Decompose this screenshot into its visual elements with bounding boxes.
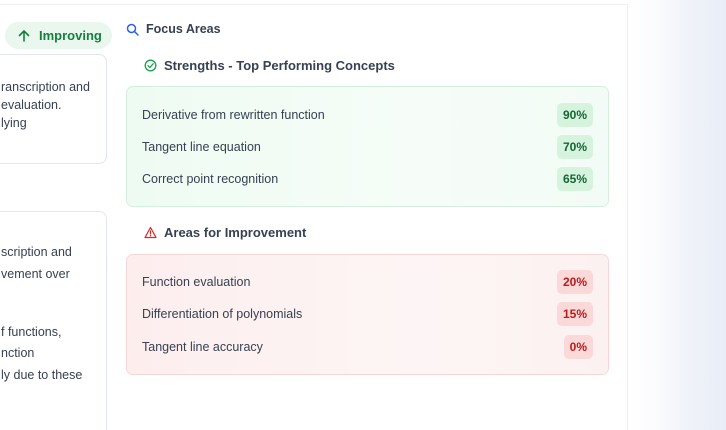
arrow-up-icon [18,29,30,42]
analysis-line: scription and [1,245,72,259]
focus-areas-title: Focus Areas [146,22,221,36]
analysis-line: ly due to these [1,368,83,382]
list-item: Correct point recognition 65% [142,167,593,191]
summary-line: lying [1,116,27,130]
list-item: Tangent line accuracy 0% [142,335,593,359]
list-item: Differentiation of polynomials 15% [142,302,593,326]
improvement-list: Function evaluation 20% Differentiation … [126,254,609,375]
background-edge [628,0,726,430]
strengths-title: Strengths - Top Performing Concepts [164,58,395,73]
analysis-line: vement over [1,267,70,281]
warning-triangle-icon [144,226,157,239]
list-item: Tangent line equation 70% [142,135,593,159]
improvement-heading: Areas for Improvement [144,225,306,240]
score-badge: 0% [563,335,593,359]
analysis-line: nction [1,346,35,360]
concept-label: Differentiation of polynomials [142,307,303,321]
summary-card: ranscription and evaluation. lying [0,54,107,164]
score-badge: 65% [556,167,593,191]
search-icon [126,23,139,36]
score-badge: 15% [556,302,593,326]
concept-label: Tangent line equation [142,140,261,154]
score-badge: 90% [556,103,593,127]
status-badge-label: Improving [39,28,102,43]
concept-label: Function evaluation [142,275,251,289]
strengths-heading: Strengths - Top Performing Concepts [144,58,395,73]
list-item: Derivative from rewritten function 90% [142,103,593,127]
concept-label: Correct point recognition [142,172,279,186]
concept-label: Derivative from rewritten function [142,108,325,122]
analysis-line: f functions, [1,325,62,339]
score-badge: 70% [556,135,593,159]
list-item: Function evaluation 20% [142,270,593,294]
score-badge: 20% [556,270,593,294]
improvement-title: Areas for Improvement [164,225,307,240]
analysis-card: scription and vement over f functions, n… [0,211,107,430]
check-circle-icon [144,59,157,72]
concept-label: Tangent line accuracy [142,340,263,354]
status-badge: Improving [5,22,112,49]
focus-areas-heading: Focus Areas [126,22,221,36]
strengths-list: Derivative from rewritten function 90% T… [126,86,609,207]
